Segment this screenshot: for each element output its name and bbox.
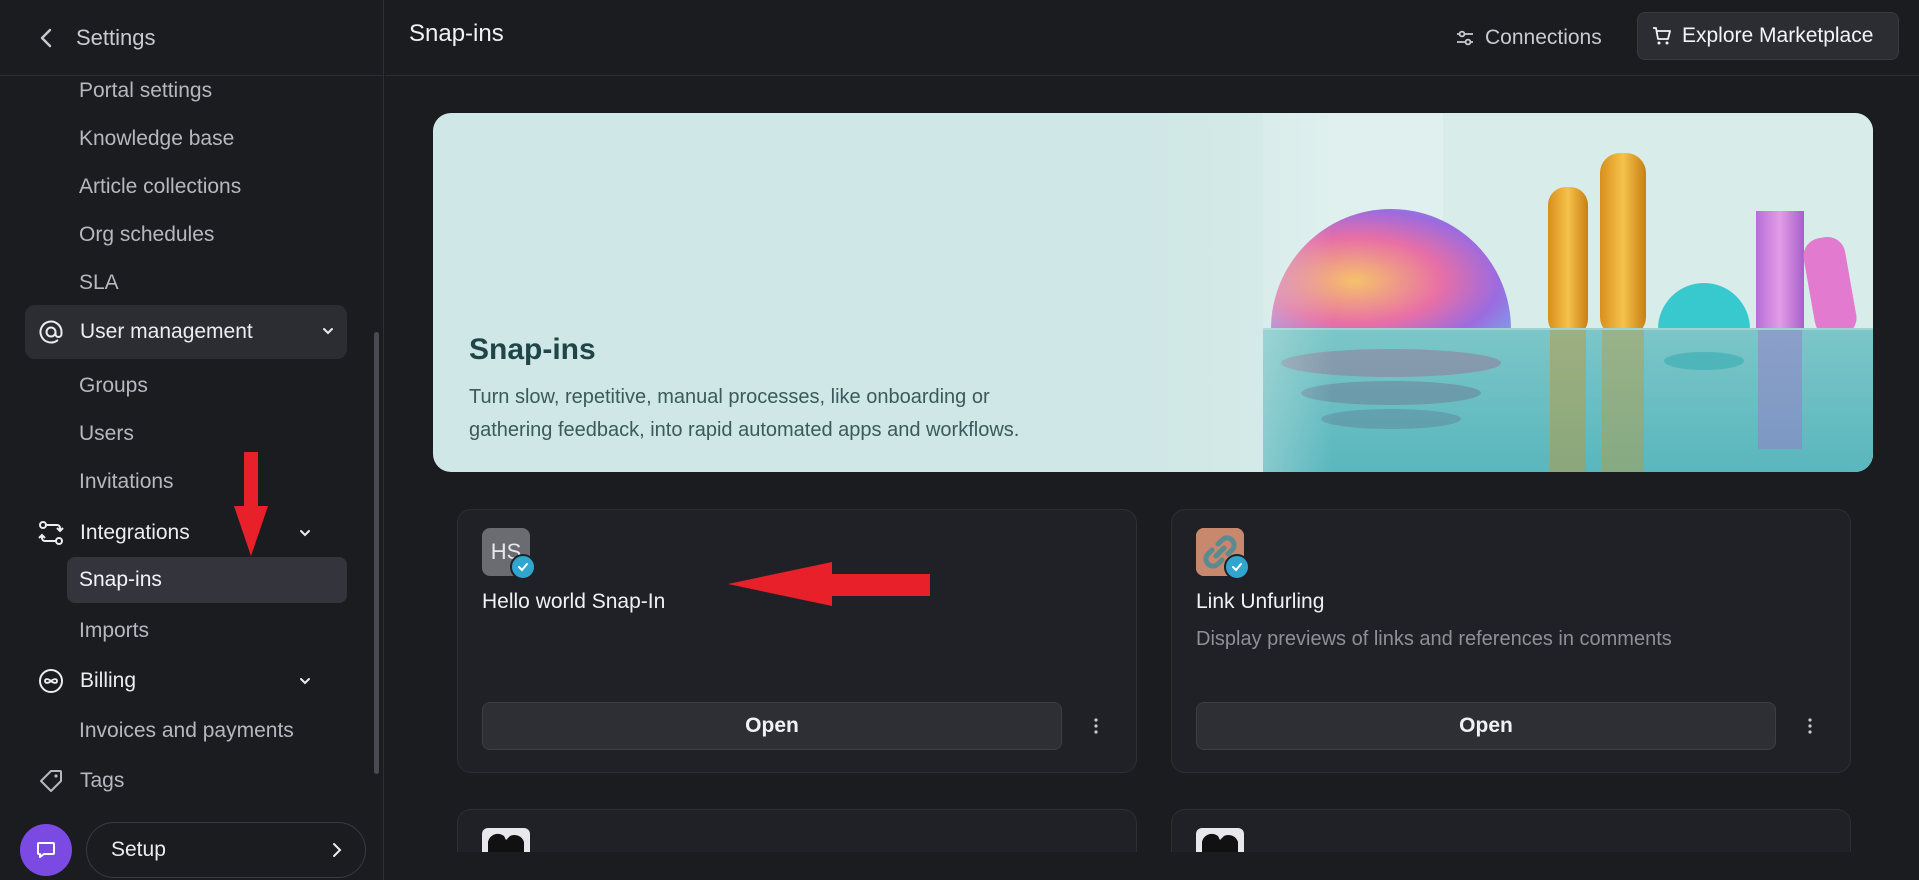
- sidebar-item-org-schedules[interactable]: Org schedules: [0, 212, 370, 258]
- sidebar-item-snap-ins[interactable]: Snap-ins: [67, 557, 347, 603]
- sidebar-item-label: User management: [80, 320, 253, 343]
- sidebar-item-label: Org schedules: [79, 223, 215, 246]
- connections-button[interactable]: Connections: [1455, 16, 1602, 60]
- hero-title: Snap-ins: [469, 333, 596, 366]
- verified-badge-icon: [1224, 554, 1250, 580]
- sidebar-item-article-collections[interactable]: Article collections: [0, 164, 370, 210]
- sidebar-item-groups[interactable]: Groups: [0, 363, 370, 409]
- chevron-down-icon: [300, 530, 310, 537]
- sidebar-item-label: Imports: [79, 619, 150, 642]
- integrations-icon: [36, 518, 66, 548]
- chat-button[interactable]: [20, 824, 72, 876]
- tag-icon: [36, 766, 66, 796]
- open-button[interactable]: Open: [482, 702, 1062, 750]
- sidebar-item-portal-settings[interactable]: Portal settings: [0, 76, 370, 114]
- snap-ins-hero-banner: Snap-ins Turn slow, repetitive, manual p…: [433, 113, 1873, 472]
- chevron-right-icon: [333, 843, 342, 857]
- sidebar-scrollbar[interactable]: [374, 332, 379, 774]
- setup-label: Setup: [111, 838, 166, 861]
- snap-in-card-hello-world: HS Hello world Snap-In Open: [457, 509, 1137, 773]
- sidebar-item-label: Billing: [80, 669, 137, 692]
- hero-text: Snap-ins Turn slow, repetitive, manual p…: [469, 333, 1169, 447]
- cart-icon: [1653, 27, 1671, 45]
- sidebar-item-label: SLA: [79, 271, 119, 294]
- hero-illustration: [1153, 113, 1873, 472]
- explore-marketplace-button[interactable]: Explore Marketplace: [1637, 12, 1899, 60]
- top-bar: Snap-ins Connections Explore Marketplace: [385, 0, 1919, 76]
- snap-in-card-link-unfurling: Link Unfurling Display previews of links…: [1171, 509, 1851, 773]
- sidebar-item-tags[interactable]: Tags: [0, 758, 370, 804]
- sidebar-title[interactable]: Settings: [76, 25, 156, 51]
- annotation-arrow-left: [728, 562, 930, 606]
- at-sign-icon: [36, 317, 66, 347]
- sidebar-item-imports[interactable]: Imports: [0, 608, 370, 654]
- sidebar-item-label: Portal settings: [79, 79, 213, 102]
- sidebar-nav: Portal settings Knowledge base Article c…: [0, 76, 370, 806]
- sidebar-item-invoices-and-payments[interactable]: Invoices and payments: [0, 708, 370, 754]
- sidebar-footer: Setup: [0, 806, 384, 880]
- sidebar-item-label: Knowledge base: [79, 127, 235, 150]
- annotation-arrow-down: [234, 452, 268, 556]
- snap-in-description: Display previews of links and references…: [1196, 628, 1672, 650]
- sliders-icon: [1457, 30, 1473, 46]
- hero-description: Turn slow, repetitive, manual processes,…: [469, 381, 1169, 447]
- content-bottom-edge: [385, 852, 1919, 880]
- open-button[interactable]: Open: [1196, 702, 1776, 750]
- hero-description-line: Turn slow, repetitive, manual processes,…: [469, 386, 990, 408]
- sidebar-item-sla[interactable]: SLA: [0, 260, 370, 306]
- snap-in-name: Link Unfurling: [1196, 590, 1325, 613]
- marketplace-label: Explore Marketplace: [1682, 24, 1874, 47]
- sidebar-item-knowledge-base[interactable]: Knowledge base: [0, 116, 370, 162]
- back-chevron-icon[interactable]: [34, 26, 58, 50]
- sidebar-item-label: Invitations: [79, 470, 174, 493]
- sidebar-group-integrations[interactable]: Integrations: [0, 510, 370, 556]
- sidebar-item-label: Users: [79, 422, 134, 445]
- connections-label: Connections: [1485, 26, 1602, 49]
- sidebar-item-label: Snap-ins: [79, 568, 162, 591]
- sidebar-header: Settings: [0, 0, 383, 76]
- sidebar-group-user-management[interactable]: User management: [25, 305, 347, 359]
- sidebar-item-label: Article collections: [79, 175, 242, 198]
- sidebar-item-users[interactable]: Users: [0, 411, 370, 457]
- snap-in-name: Hello world Snap-In: [482, 590, 666, 613]
- settings-sidebar: Settings Portal settings Knowledge base …: [0, 0, 384, 880]
- page-title: Snap-ins: [409, 20, 504, 47]
- chat-bubble-icon: [37, 842, 55, 858]
- billing-infinity-icon: [36, 666, 66, 696]
- hero-description-line: gathering feedback, into rapid automated…: [469, 419, 1020, 441]
- sidebar-item-invitations[interactable]: Invitations: [0, 459, 370, 505]
- sidebar-item-label: Groups: [79, 374, 148, 397]
- setup-button[interactable]: Setup: [86, 822, 366, 878]
- more-options-icon[interactable]: [1800, 714, 1820, 738]
- more-options-icon[interactable]: [1086, 714, 1106, 738]
- chevron-down-icon: [300, 678, 310, 685]
- sidebar-item-label: Invoices and payments: [79, 719, 294, 742]
- verified-badge-icon: [510, 554, 536, 580]
- sidebar-group-billing[interactable]: Billing: [0, 658, 370, 704]
- sidebar-item-label: Tags: [80, 769, 125, 792]
- sidebar-item-label: Integrations: [80, 521, 190, 544]
- chevron-down-icon: [323, 328, 333, 335]
